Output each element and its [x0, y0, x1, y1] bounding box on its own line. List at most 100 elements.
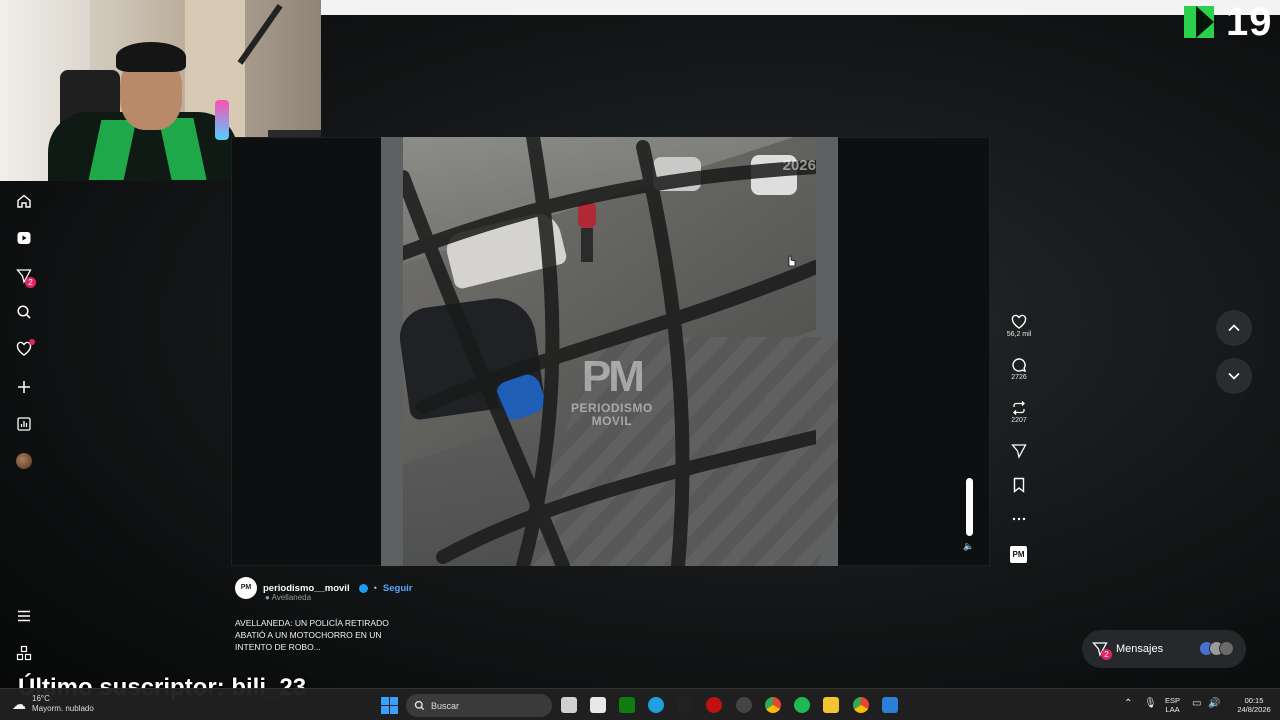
heart-icon — [1011, 314, 1027, 329]
repost-icon — [1013, 401, 1025, 415]
speaker-icon[interactable]: 🔊 — [1208, 699, 1220, 709]
windows-start-icon[interactable] — [381, 697, 398, 714]
lang-bottom: LAA — [1165, 705, 1180, 714]
app-root: 19 2 PM PERIODISMO MOVIL 2026 🔈 56,2 mil… — [0, 0, 1280, 720]
sidebar-item-activity[interactable] — [12, 337, 36, 361]
weather-widget[interactable]: ☁ 16°C Mayorm. nublado — [12, 694, 94, 714]
sidebar-item-search[interactable] — [12, 300, 36, 324]
language-indicator[interactable]: ESP LAA — [1165, 696, 1180, 714]
clock[interactable]: 00:15 24/8/2026 — [1232, 696, 1276, 714]
network-icon[interactable]: ▭ — [1192, 699, 1201, 709]
sidebar-item-messages[interactable]: 2 — [12, 264, 36, 288]
app-icon[interactable] — [882, 697, 898, 713]
video-year-stamp: 2026 — [782, 157, 816, 174]
separator: • — [373, 582, 377, 594]
save-button[interactable] — [1003, 477, 1035, 493]
more-options-button[interactable] — [1003, 511, 1035, 527]
notification-dot — [29, 339, 35, 345]
avatar — [1219, 641, 1234, 656]
previous-post-button[interactable] — [1216, 310, 1252, 346]
chrome-icon[interactable] — [765, 697, 781, 713]
task-view-icon[interactable] — [561, 697, 577, 713]
sidebar-item-apps[interactable] — [12, 641, 36, 665]
messages-drawer-button[interactable]: 2 Mensajes — [1082, 630, 1246, 668]
verified-icon — [358, 583, 368, 593]
sidebar-item-profile[interactable] — [12, 449, 36, 473]
windows-taskbar: ☁ 16°C Mayorm. nublado Buscar ⌃ 🎙 ESP LA… — [0, 688, 1280, 720]
comment-count: 2726 — [1011, 374, 1027, 381]
send-icon — [1011, 444, 1027, 459]
browser-top-strip — [321, 0, 1280, 15]
video-watermark: PM PERIODISMO MOVIL — [571, 352, 653, 428]
messages-label: Mensajes — [1116, 643, 1164, 655]
app-icon[interactable] — [706, 697, 722, 713]
author-name[interactable]: periodismo__movil — [263, 583, 350, 594]
chevron-up-icon — [1228, 324, 1240, 332]
repost-count: 2207 — [1011, 417, 1027, 424]
sidebar-item-analytics[interactable] — [12, 412, 36, 436]
search-icon — [17, 305, 31, 319]
lang-top: ESP — [1165, 696, 1181, 705]
watermark-sub: MOVIL — [591, 414, 633, 428]
messages-badge: 2 — [25, 277, 36, 288]
post-info: PM periodismo__movil • Seguir ● Avellane… — [235, 577, 535, 653]
like-button[interactable]: 56,2 mil — [1003, 314, 1035, 338]
sidebar-item-create[interactable] — [12, 375, 36, 399]
sidebar-item-home[interactable] — [12, 189, 36, 213]
chart-icon — [17, 417, 31, 431]
home-icon — [17, 194, 31, 208]
obs-icon[interactable] — [677, 697, 693, 713]
post-caption: AVELLANEDA: UN POLICÍA RETIRADO ABATIÓ A… — [235, 618, 389, 652]
video-player[interactable]: PM PERIODISMO MOVIL 2026 — [381, 137, 838, 566]
weather-temp: 16°C — [32, 694, 50, 703]
messages-avatars — [1199, 641, 1234, 656]
obs-studio-icon[interactable] — [736, 697, 752, 713]
author-avatar[interactable]: PM — [235, 577, 257, 599]
apps-icon — [16, 645, 32, 661]
volume-slider[interactable] — [966, 478, 973, 536]
comment-icon — [1012, 358, 1027, 373]
webcam-hair — [116, 42, 186, 72]
video-content: PM PERIODISMO MOVIL 2026 — [396, 137, 838, 566]
repost-button[interactable]: 2207 — [1003, 400, 1035, 424]
follow-button[interactable]: Seguir — [383, 583, 413, 594]
microphone-icon[interactable]: 🎙 — [1144, 699, 1157, 709]
like-count: 56,2 mil — [1006, 331, 1032, 338]
watermark-mark: PM — [581, 352, 645, 401]
system-tray: ⌃ 🎙 ESP LAA ▭ 🔊 00:15 24/8/2026 — [1120, 689, 1280, 720]
menu-icon — [18, 610, 30, 622]
share-button[interactable] — [1003, 443, 1035, 459]
logo-number: 19 — [1226, 0, 1273, 44]
file-explorer-icon[interactable] — [823, 697, 839, 713]
left-sidebar: 2 — [0, 182, 48, 682]
audio-source-avatar[interactable]: PM — [1010, 546, 1027, 563]
mouse-cursor-icon — [788, 255, 796, 267]
webcam-microphone — [215, 100, 229, 140]
sidebar-item-videos[interactable] — [12, 226, 36, 250]
bookmark-icon — [1013, 477, 1025, 493]
sidebar-item-menu[interactable] — [12, 604, 36, 628]
spotify-icon[interactable] — [794, 697, 810, 713]
post-location[interactable]: ● Avellaneda — [265, 593, 535, 602]
edge-icon[interactable] — [648, 697, 664, 713]
chevron-up-icon[interactable]: ⌃ — [1124, 699, 1132, 709]
plus-icon — [18, 381, 30, 393]
messages-pill-badge: 2 — [1101, 649, 1112, 660]
kick-logo-icon — [1184, 6, 1214, 38]
chrome-icon[interactable] — [853, 697, 869, 713]
avatar — [16, 453, 32, 469]
volume-icon[interactable]: 🔈 — [963, 541, 974, 552]
channel-logo: 19 — [1184, 0, 1276, 44]
comment-button[interactable]: 2726 — [1003, 357, 1035, 381]
xbox-icon[interactable] — [619, 697, 635, 713]
search-placeholder: Buscar — [431, 700, 460, 711]
next-post-button[interactable] — [1216, 358, 1252, 394]
location-pin-icon: ● — [265, 593, 270, 602]
clock-time: 00:15 — [1244, 696, 1264, 705]
weather-desc: Mayorm. nublado — [32, 704, 94, 713]
search-icon — [414, 700, 425, 711]
capcut-icon[interactable] — [590, 697, 606, 713]
cloud-icon: ☁ — [12, 695, 26, 712]
taskbar-search[interactable]: Buscar — [406, 694, 552, 717]
messages-icon-wrap: 2 — [1092, 641, 1112, 660]
